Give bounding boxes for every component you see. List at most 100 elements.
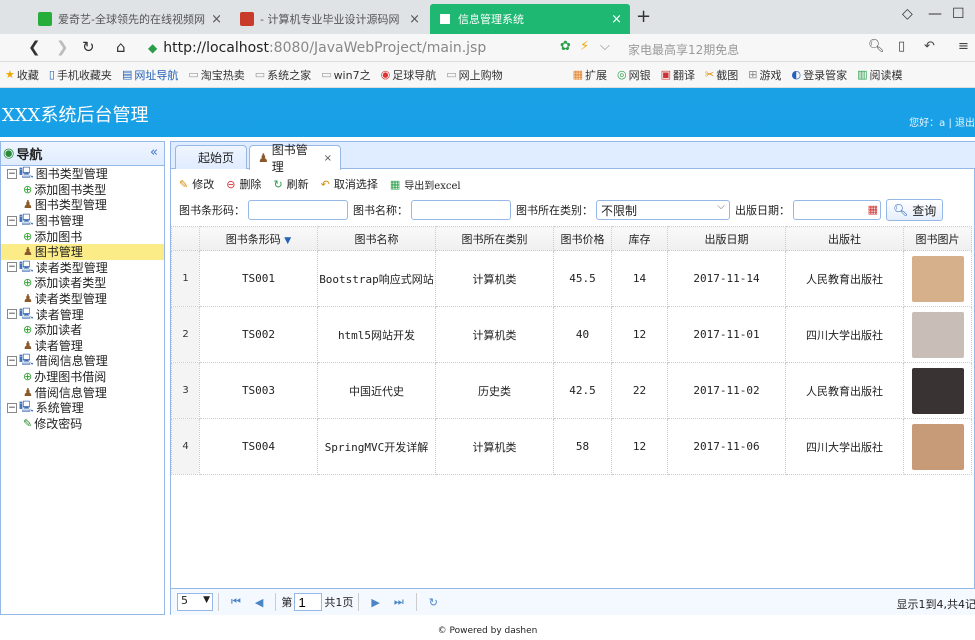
nav-group[interactable]: − 🖳︎ 读者管理 [1,306,164,322]
close-icon[interactable]: × [611,12,622,27]
page-size-select[interactable]: 5 ▼ [177,593,213,611]
tab-books-label: 图书管理 [271,143,308,174]
forward-icon[interactable]: ❯ [56,38,69,56]
prev-page-icon[interactable]: ◀ [255,596,263,609]
bookmark-item[interactable]: ▯ 手机收藏夹 [49,67,112,83]
nav-item[interactable]: ✎ 修改密码 [1,416,164,432]
close-icon[interactable]: × [211,12,222,27]
search-icon[interactable]: 🔍︎ [868,39,885,54]
barcode-input[interactable] [248,200,348,220]
close-icon[interactable]: × [324,153,332,164]
calendar-icon[interactable]: ▦ [868,203,878,216]
bookmark-item[interactable]: ▭ 系统之家 [255,67,311,83]
table-row[interactable]: 3 TS003 中国近代史 历史类 42.5 22 2017-11-02 人民教育出版社 [171,362,972,419]
user-greeting[interactable]: 您好：a | 退出 [909,114,975,129]
nav-group[interactable]: − 🖳︎ 读者类型管理 [1,260,164,276]
edit-button[interactable]: ✎ 修改 [179,176,214,192]
query-button[interactable]: 🔍︎ 查询 [886,199,944,221]
computer-icon: 🖳︎ [19,306,34,320]
table-row[interactable]: 1 TS001 Bootstrap响应式网站 计算机类 45.5 14 2017-11-14… [171,250,972,307]
bookmark-item[interactable]: ★ 收藏 [5,67,39,83]
column-header[interactable]: 出版日期 [667,226,786,251]
minimize-icon[interactable]: — [928,6,942,22]
bookmark-item[interactable]: ▭ win7之 [321,67,370,83]
collapse-toggle-icon[interactable]: − [7,215,17,226]
new-tab-button[interactable]: + [636,6,651,27]
collapse-toggle-icon[interactable]: − [7,262,17,273]
undo-icon[interactable]: ↶ [924,39,935,54]
browser-tab-active[interactable]: 信息管理系统 × [430,4,630,34]
tab-books[interactable]: ♟ 图书管理 × [249,143,341,174]
url-input[interactable]: ◆ http://localhost :8080/JavaWebProject/… [148,37,618,59]
collapse-toggle-icon[interactable]: − [7,355,17,366]
bookmark-item[interactable]: ▥ 阅读模 [857,67,902,83]
table-row[interactable]: 4 TS004 SpringMVC开发详解 计算机类 58 12 2017-11-06 四川大… [171,418,972,475]
bookmark-item[interactable]: ▭ 网上购物 [446,67,502,83]
collapse-toggle-icon[interactable]: − [7,309,17,320]
bookmark-item[interactable]: ⊞ 游戏 [748,67,781,83]
bookmark-item[interactable]: ▭ 淘宝热卖 [188,67,244,83]
skin-icon[interactable]: ◇ [902,6,913,22]
lightning-icon[interactable]: ⚡ [580,39,589,54]
book-thumbnail[interactable] [911,367,964,414]
bookmark-item[interactable]: ▤ 网址导航 [122,67,178,83]
chevron-down-icon: ▼ [203,595,210,605]
bookmark-item[interactable]: ◎ 网银 [617,67,651,83]
nav-item[interactable]: ⊕ 添加读者类型 [1,275,164,291]
book-thumbnail[interactable] [911,255,964,302]
refresh-button[interactable]: ↻ 刷新 [273,176,308,192]
nav-item[interactable]: ⊕ 添加读者 [1,322,164,338]
tab-home[interactable]: 起始页 [175,145,247,169]
nav-group-label: 图书管理 [35,214,84,229]
column-header[interactable]: 图书价格 [553,226,612,251]
nav-group[interactable]: − 🖳︎ 系统管理 [1,400,164,416]
nav-item[interactable]: ⊕ 添加图书 [1,228,164,244]
menu-icon[interactable]: ≡ [958,39,969,54]
nav-group[interactable]: − 🖳︎ 图书类型管理 [1,166,164,182]
page-number-input[interactable] [294,593,323,611]
bookmark-item[interactable]: ▦ 扩展 [573,67,607,83]
collapse-toggle-icon[interactable]: − [7,168,17,179]
book-thumbnail[interactable] [911,423,964,470]
dropdown-icon[interactable]: ⌵ [600,39,610,54]
column-header[interactable]: 库存 [611,226,668,251]
reload-icon[interactable]: ↻ [82,38,95,56]
book-thumbnail[interactable] [911,311,964,358]
bookmark-item[interactable]: ✂ 截图 [705,67,738,83]
collapse-toggle-icon[interactable]: − [7,402,17,413]
close-icon[interactable]: × [409,12,420,27]
column-header[interactable]: 图书所在类别 [435,226,554,251]
column-header[interactable]: 图书名称 [317,226,436,251]
bookmark-item[interactable]: ◐ 登录管家 [791,67,847,83]
column-header[interactable]: 出版社 [785,226,904,251]
bookmark-item[interactable]: ◉ 足球导航 [381,67,437,83]
url-promo-hint[interactable]: 家电最高享12期免息 [628,41,739,58]
delete-button[interactable]: ⊖ 删除 [226,176,261,192]
maximize-icon[interactable]: ☐ [952,6,965,22]
nav-item-label: 添加读者类型 [34,276,107,291]
nav-group[interactable]: − 🖳︎ 借阅信息管理 [1,353,164,369]
column-header[interactable]: 图书图片 [903,226,972,251]
export-excel-button[interactable]: ▦ 导出到excel [390,177,461,192]
nav-item[interactable]: ⊕ 添加图书类型 [1,182,164,198]
reload-icon[interactable]: ↻ [429,596,438,609]
nav-group[interactable]: − 🖳︎ 图书管理 [1,213,164,229]
home-icon[interactable]: ⌂ [116,38,126,56]
nav-item[interactable]: ⊕ 办理图书借阅 [1,369,164,385]
collapse-icon[interactable]: « [150,145,158,160]
bookmark-item[interactable]: ▣ 翻译 [661,67,695,83]
browser-tab-source[interactable]: - 计算机专业毕业设计源码网 × [232,4,428,34]
category-select[interactable]: 不限制 ⌵ [596,200,730,220]
column-header[interactable]: 图书条形码 ▼ [199,226,318,251]
book-name-input[interactable] [411,200,511,220]
browser-tab-iqiyi[interactable]: 爱奇艺-全球领先的在线视频网站 × [30,4,230,34]
cancel-select-button[interactable]: ↶ 取消选择 [321,176,378,192]
phone-icon[interactable]: ▯ [898,39,905,54]
next-page-icon[interactable]: ▶ [371,596,379,609]
last-page-icon[interactable]: ⏭ [394,595,404,609]
speed-icon[interactable]: ✿ [560,39,571,54]
table-row[interactable]: 2 TS002 html5网站开发 计算机类 40 12 2017-11-01 四川大学出版社 [171,306,972,363]
first-page-icon[interactable]: ⏮ [231,595,241,609]
back-icon[interactable]: ❮ [28,38,41,56]
publish-date-input[interactable]: ▦ [793,200,881,220]
